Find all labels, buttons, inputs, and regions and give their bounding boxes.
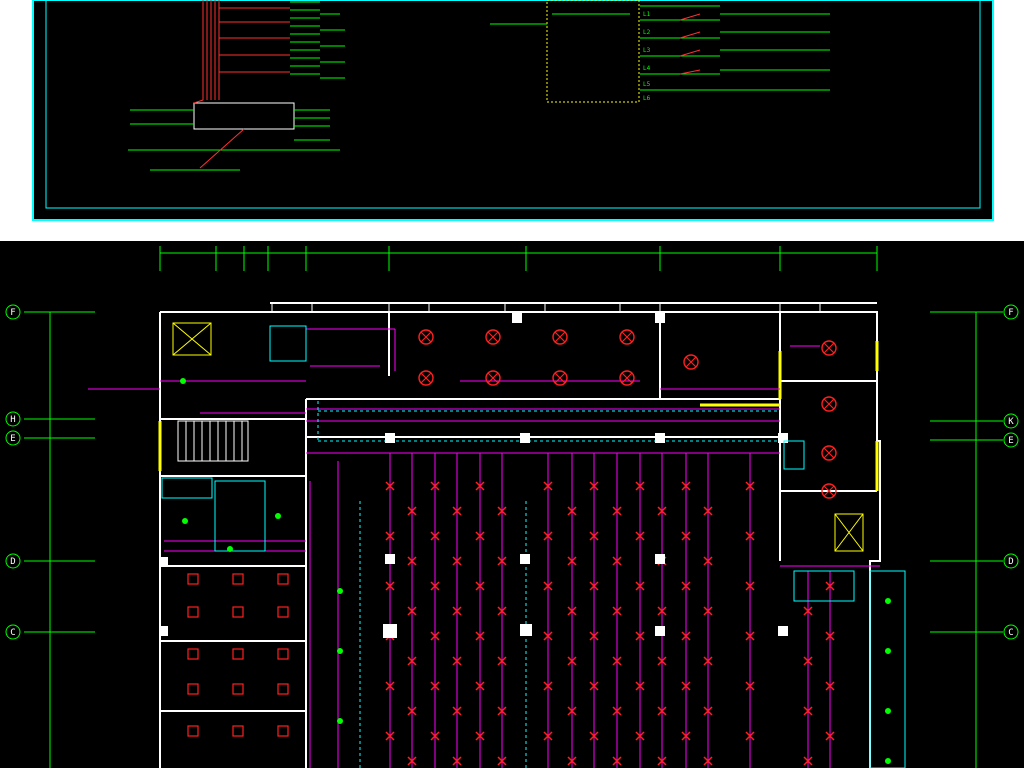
left-grid-labels: F H E D C <box>10 308 15 638</box>
top-dimension-line <box>159 246 878 271</box>
svg-text:L1: L1 <box>643 11 651 18</box>
top-window-boxes <box>271 302 821 313</box>
stair-case <box>177 420 249 462</box>
right-grid-bubbles <box>1003 304 1019 640</box>
magenta-vertical-circuits <box>309 453 831 768</box>
yellow-window-marks <box>158 341 879 491</box>
svg-text:L4: L4 <box>643 65 651 72</box>
ceiling-light-crosses <box>420 331 835 497</box>
svg-text:L3: L3 <box>643 47 651 54</box>
floor-plan-sheet: F H E D C F K E D C <box>0 241 1024 768</box>
riser-diagram-svg: L1 L2 L3 L4 L5 L6 <box>32 0 994 221</box>
axis-label-h-left: H <box>10 415 15 425</box>
right-grid-labels: F K E D C <box>1008 308 1014 638</box>
svg-text:L2: L2 <box>643 29 651 36</box>
axis-label-f-left: F <box>10 308 15 318</box>
riser-diagram-sheet: L1 L2 L3 L4 L5 L6 <box>0 0 1024 240</box>
axis-label-c-left: C <box>10 628 15 638</box>
floor-plan-svg: F H E D C F K E D C <box>5 246 1019 768</box>
magenta-horizontal-feeders <box>160 328 880 567</box>
service-room-walls <box>161 325 906 768</box>
axis-label-e-right: E <box>1008 436 1013 446</box>
axis-label-d-right: D <box>1008 557 1013 567</box>
building-walls <box>159 302 881 768</box>
ceiling-light-fixtures <box>418 329 837 499</box>
left-axis-lines <box>24 311 95 768</box>
left-grid-bubbles <box>5 304 21 640</box>
axis-label-c-right: C <box>1008 628 1013 638</box>
axis-label-f-right: F <box>1008 308 1013 318</box>
svg-text:L6: L6 <box>643 95 651 102</box>
svg-text:L5: L5 <box>643 81 651 88</box>
axis-label-d-left: D <box>10 557 15 567</box>
axis-label-e-left: E <box>10 434 15 444</box>
axis-label-k-right: K <box>1008 417 1014 427</box>
right-axis-lines <box>930 311 1003 768</box>
fluorescent-fixtures <box>385 481 835 766</box>
